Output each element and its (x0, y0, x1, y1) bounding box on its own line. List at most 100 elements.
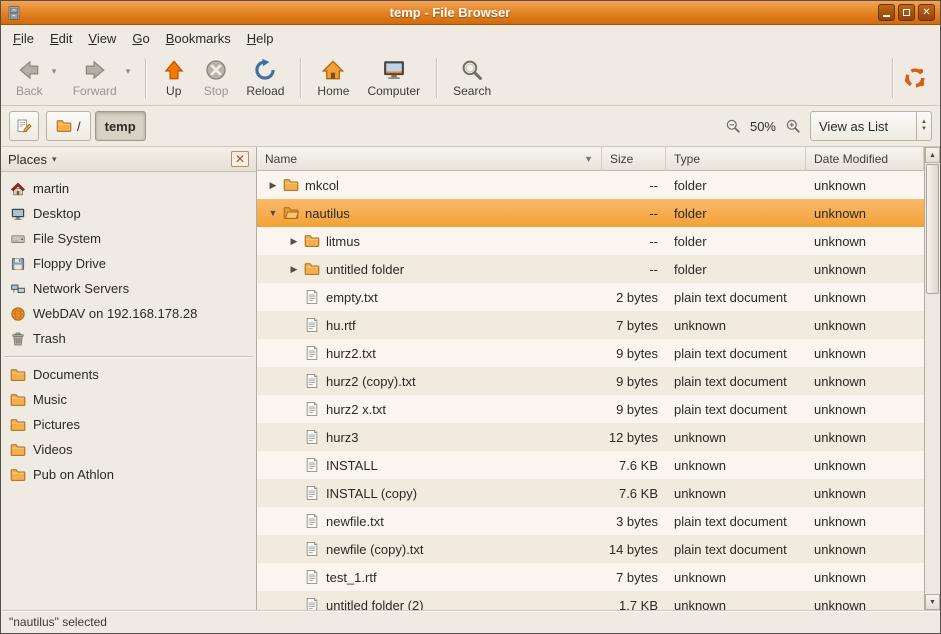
sidebar-item-music[interactable]: Music (1, 387, 256, 412)
places-title[interactable]: Places (8, 152, 47, 167)
file-type: folder (666, 234, 806, 249)
menu-view[interactable]: View (80, 28, 124, 49)
sidebar-item-pictures[interactable]: Pictures (1, 412, 256, 437)
file-name: untitled folder (326, 262, 404, 277)
path-button-label: / (77, 119, 81, 134)
sidebar-item-pub-on-athlon[interactable]: Pub on Athlon (1, 462, 256, 487)
edit-location-button[interactable] (9, 111, 39, 141)
file-row-mkcol[interactable]: ▶mkcol--folderunknown (257, 171, 924, 199)
expander-closed-icon[interactable]: ▶ (284, 264, 304, 275)
sidebar-item-floppy-drive[interactable]: Floppy Drive (1, 251, 256, 276)
forward-icon (83, 58, 107, 82)
zoom-and-view-controls: 50% View as List ▲▼ (725, 111, 932, 141)
file-row-hurz3[interactable]: hurz312 bytesunknownunknown (257, 423, 924, 451)
location-bar: / temp 50% View as List ▲▼ (1, 106, 940, 147)
sidebar-item-documents[interactable]: Documents (1, 362, 256, 387)
zoom-in-button[interactable] (785, 118, 801, 134)
text-icon (304, 373, 320, 389)
expander-open-icon[interactable]: ▼ (263, 208, 283, 218)
expander-closed-icon[interactable]: ▶ (263, 180, 283, 191)
search-button[interactable]: Search (444, 54, 500, 102)
reload-button[interactable]: Reload (237, 54, 293, 102)
file-row-hurz2-copy-txt[interactable]: hurz2 (copy).txt9 bytesplain text docume… (257, 367, 924, 395)
folder-icon (10, 442, 26, 458)
expander-closed-icon[interactable]: ▶ (284, 236, 304, 247)
column-header-date-modified[interactable]: Date Modified (806, 147, 924, 171)
file-row-hu-rtf[interactable]: hu.rtf7 bytesunknownunknown (257, 311, 924, 339)
sidebar-item-videos[interactable]: Videos (1, 437, 256, 462)
file-row-newfile-txt[interactable]: newfile.txt3 bytesplain text documentunk… (257, 507, 924, 535)
path-button-[interactable]: / (46, 111, 91, 141)
titlebar[interactable]: temp - File Browser ✕ (1, 1, 940, 25)
file-name-cell: newfile.txt (257, 513, 602, 529)
file-name-cell: hurz2 (copy).txt (257, 373, 602, 389)
path-button-temp[interactable]: temp (95, 111, 146, 141)
file-name: hu.rtf (326, 318, 356, 333)
file-row-newfile-copy-txt[interactable]: newfile (copy).txt14 bytesplain text doc… (257, 535, 924, 563)
sort-indicator-icon: ▼ (584, 154, 593, 164)
up-button[interactable]: Up (153, 54, 195, 102)
column-header-size[interactable]: Size (602, 147, 666, 171)
menu-go[interactable]: Go (124, 28, 157, 49)
folder-icon (10, 367, 26, 383)
column-header-name[interactable]: Name▼ (257, 147, 602, 171)
file-type: plain text document (666, 514, 806, 529)
menu-help[interactable]: Help (239, 28, 282, 49)
places-dropdown-icon[interactable]: ▾ (52, 154, 57, 165)
text-icon (304, 345, 320, 361)
file-type: plain text document (666, 374, 806, 389)
sidebar-item-webdav-on-192-168-178-28[interactable]: WebDAV on 192.168.178.28 (1, 301, 256, 326)
throbber (900, 66, 930, 90)
file-name-cell: ▼nautilus (257, 205, 602, 221)
toolbar-separator (436, 58, 437, 98)
column-header-type[interactable]: Type (666, 147, 806, 171)
view-mode-select[interactable]: View as List ▲▼ (810, 111, 932, 141)
file-type: unknown (666, 598, 806, 611)
sidebar-item-trash[interactable]: Trash (1, 326, 256, 351)
scrollbar-thumb[interactable] (926, 164, 939, 294)
scrollbar-track[interactable] (925, 163, 940, 594)
file-row-nautilus[interactable]: ▼nautilus--folderunknown (257, 199, 924, 227)
vertical-scrollbar[interactable]: ▲ ▼ (924, 147, 940, 610)
file-modified: unknown (806, 374, 924, 389)
file-size: 7 bytes (602, 570, 666, 585)
sidebar-item-file-system[interactable]: File System (1, 226, 256, 251)
sidebar-item-label: Network Servers (33, 281, 129, 296)
sidebar-item-network-servers[interactable]: Network Servers (1, 276, 256, 301)
file-name-cell: newfile (copy).txt (257, 541, 602, 557)
file-row-hurz2-txt[interactable]: hurz2.txt9 bytesplain text documentunkno… (257, 339, 924, 367)
scroll-down-button[interactable]: ▼ (925, 594, 940, 610)
file-row-hurz2-x-txt[interactable]: hurz2 x.txt9 bytesplain text documentunk… (257, 395, 924, 423)
file-row-test-1-rtf[interactable]: test_1.rtf7 bytesunknownunknown (257, 563, 924, 591)
sidebar-item-martin[interactable]: martin (1, 176, 256, 201)
reload-group: Reload (237, 54, 293, 102)
file-row-empty-txt[interactable]: empty.txt2 bytesplain text documentunkno… (257, 283, 924, 311)
file-modified: unknown (806, 542, 924, 557)
file-row-install[interactable]: INSTALL7.6 KBunknownunknown (257, 451, 924, 479)
scroll-up-button[interactable]: ▲ (925, 147, 940, 163)
menu-bookmarks[interactable]: Bookmarks (158, 28, 239, 49)
sidebar-item-label: Floppy Drive (33, 256, 106, 271)
sidebar-item-desktop[interactable]: Desktop (1, 201, 256, 226)
places-sidebar: Places ▾ ✕ martinDesktopFile System Flopp… (1, 147, 257, 610)
minimize-button[interactable] (878, 4, 895, 21)
forward-group: Forward▾ (64, 54, 138, 102)
file-size: 3 bytes (602, 514, 666, 529)
file-row-untitled-folder-2[interactable]: untitled folder (2)1.7 KBunknownunknown (257, 591, 924, 610)
file-row-untitled-folder[interactable]: ▶untitled folder--folderunknown (257, 255, 924, 283)
home-icon (321, 58, 345, 82)
file-row-litmus[interactable]: ▶litmus--folderunknown (257, 227, 924, 255)
menu-file[interactable]: File (5, 28, 42, 49)
computer-button[interactable]: Computer (358, 54, 429, 102)
file-type: folder (666, 178, 806, 193)
menu-edit[interactable]: Edit (42, 28, 80, 49)
file-row-install-copy[interactable]: INSTALL (copy)7.6 KBunknownunknown (257, 479, 924, 507)
reload-button-label: Reload (246, 84, 284, 98)
forward-button-label: Forward (73, 84, 117, 98)
zoom-out-button[interactable] (725, 118, 741, 134)
maximize-button[interactable] (898, 4, 915, 21)
close-button[interactable]: ✕ (918, 4, 935, 21)
sidebar-close-button[interactable]: ✕ (231, 151, 249, 167)
home-button[interactable]: Home (308, 54, 358, 102)
view-mode-spinner-icon[interactable]: ▲▼ (916, 112, 931, 140)
